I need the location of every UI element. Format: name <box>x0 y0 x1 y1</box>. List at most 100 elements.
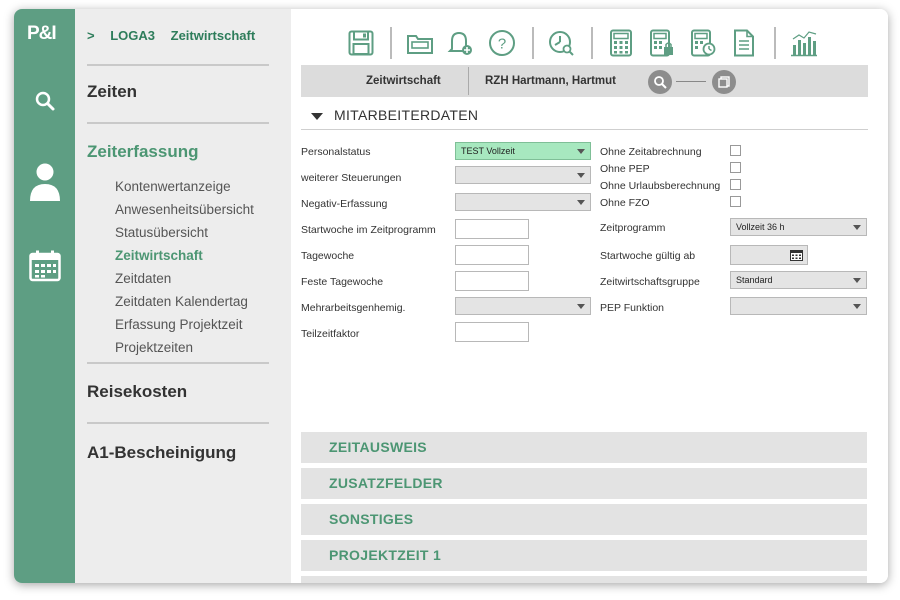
bell-add-icon[interactable] <box>445 27 475 59</box>
app-window: P&I > LOGA3 Zeitwirtschaft Zeiten Zeiter… <box>14 9 888 583</box>
zeitprogramm-label: Zeitprogramm <box>600 222 666 234</box>
zeitwirtschaftsgruppe-value: Standard <box>736 275 773 285</box>
nav-sub-kontenwertanzeige[interactable]: Kontenwertanzeige <box>115 179 231 194</box>
copy-button[interactable] <box>712 70 736 94</box>
teilzeitfaktor-input[interactable] <box>455 322 529 342</box>
accordion-next-partial[interactable] <box>301 576 867 583</box>
toolbar-separator <box>390 27 392 59</box>
svg-text:?: ? <box>498 36 506 53</box>
calculator-lock-icon[interactable] <box>647 27 677 59</box>
tagewoche-input[interactable] <box>455 245 529 265</box>
negativ-erfassung-label: Negativ-Erfassung <box>301 198 388 210</box>
main-content: ? Zeitwirtschaft RZH Hartmann, Hartmut M… <box>291 9 888 583</box>
calculator-icon[interactable] <box>606 27 636 59</box>
chevron-down-icon <box>853 225 861 230</box>
steuerungen-select[interactable] <box>455 166 591 184</box>
employee-search-button[interactable] <box>648 70 672 94</box>
ohne-fzo-checkbox[interactable] <box>730 196 741 207</box>
accordion-zeitausweis[interactable]: ZEITAUSWEIS <box>301 432 867 463</box>
nav-sub-zeitdaten-kalendertag[interactable]: Zeitdaten Kalendertag <box>115 294 248 309</box>
nav-item-reisekosten[interactable]: Reisekosten <box>87 382 187 402</box>
toolbar-separator <box>591 27 593 59</box>
accordion-zusatzfelder[interactable]: ZUSATZFELDER <box>301 468 867 499</box>
zeitwirtschaftsgruppe-select[interactable]: Standard <box>730 271 867 289</box>
user-icon[interactable] <box>28 161 62 203</box>
ohne-zeitabrechnung-checkbox[interactable] <box>730 145 741 156</box>
startwoche-gueltig-date[interactable] <box>730 245 808 265</box>
breadcrumb: > LOGA3 Zeitwirtschaft <box>87 28 267 43</box>
accordion-projektzeit-1[interactable]: PROJEKTZEIT 1 <box>301 540 867 571</box>
accordion-title: ZUSATZFELDER <box>329 475 443 491</box>
feste-tagewoche-input[interactable] <box>455 271 529 291</box>
nav-sub-anwesenheitsuebersicht[interactable]: Anwesenheitsübersicht <box>115 202 254 217</box>
feste-tagewoche-label: Feste Tagewoche <box>301 276 384 288</box>
ohne-fzo-label: Ohne FZO <box>600 197 650 209</box>
nav-sub-zeitwirtschaft[interactable]: Zeitwirtschaft <box>115 248 203 263</box>
ohne-pep-checkbox[interactable] <box>730 162 741 173</box>
nav-item-zeiterfassung[interactable]: Zeiterfassung <box>87 142 198 162</box>
zeitprogramm-value: Vollzeit 36 h <box>736 222 785 232</box>
personalstatus-value: TEST Vollzeit <box>461 146 515 156</box>
nav-sub-erfassung-projektzeit[interactable]: Erfassung Projektzeit <box>115 317 243 332</box>
save-icon[interactable] <box>346 27 376 59</box>
startwoche-gueltig-label: Startwoche gültig ab <box>600 250 696 262</box>
help-icon[interactable]: ? <box>487 27 517 59</box>
search-icon[interactable] <box>28 84 62 118</box>
context-connector-line <box>676 81 706 82</box>
breadcrumb-arrow-icon: > <box>87 28 95 43</box>
context-bar-separator <box>468 67 469 95</box>
nav-sub-zeitdaten[interactable]: Zeitdaten <box>115 271 171 286</box>
calculator-clock-icon[interactable] <box>688 27 718 59</box>
accordion-title: SONSTIGES <box>329 511 414 527</box>
section-title: MITARBEITERDATEN <box>334 107 479 123</box>
chevron-down-icon <box>577 173 585 178</box>
calendar-icon[interactable] <box>790 249 803 261</box>
section-mitarbeiterdaten[interactable]: MITARBEITERDATEN <box>301 105 868 130</box>
pep-funktion-label: PEP Funktion <box>600 302 665 314</box>
clock-search-icon[interactable] <box>547 27 577 59</box>
accordion-sonstiges[interactable]: SONSTIGES <box>301 504 867 535</box>
chart-icon[interactable] <box>789 27 819 59</box>
ohne-pep-label: Ohne PEP <box>600 163 650 175</box>
sidebar-divider <box>87 422 269 424</box>
mehrarbeit-select[interactable] <box>455 297 591 315</box>
nav-item-zeiten[interactable]: Zeiten <box>87 82 137 102</box>
chevron-down-icon <box>853 304 861 309</box>
folder-icon[interactable] <box>405 27 435 59</box>
toolbar-separator <box>774 27 776 59</box>
ohne-urlaubsberechnung-checkbox[interactable] <box>730 179 741 190</box>
pep-funktion-select[interactable] <box>730 297 867 315</box>
ohne-zeitabrechnung-label: Ohne Zeitabrechnung <box>600 146 702 158</box>
search-icon <box>654 76 667 89</box>
mehrarbeit-label: Mehrarbeitsgenhemig. <box>301 302 406 314</box>
context-bar: Zeitwirtschaft RZH Hartmann, Hartmut <box>301 65 868 97</box>
calendar-icon[interactable] <box>28 249 62 283</box>
toolbar-separator <box>532 27 534 59</box>
personalstatus-label: Personalstatus <box>301 146 371 158</box>
document-icon[interactable] <box>729 27 759 59</box>
accordion-title: ZEITAUSWEIS <box>329 439 427 455</box>
breadcrumb-item-zeitwirtschaft[interactable]: Zeitwirtschaft <box>171 28 256 43</box>
nav-sub-projektzeiten[interactable]: Projektzeiten <box>115 340 193 355</box>
tagewoche-label: Tagewoche <box>301 250 355 262</box>
app-logo: P&I <box>27 23 57 44</box>
ohne-urlaubsberechnung-label: Ohne Urlaubsberechnung <box>600 180 721 192</box>
chevron-down-icon <box>577 304 585 309</box>
zeitprogramm-select[interactable]: Vollzeit 36 h <box>730 218 867 236</box>
steuerungen-label: weiterer Steuerungen <box>301 172 402 184</box>
personalstatus-select[interactable]: TEST Vollzeit <box>455 142 591 160</box>
nav-item-a1-bescheinigung[interactable]: A1-Bescheinigung <box>87 443 236 463</box>
context-employee-name: RZH Hartmann, Hartmut <box>485 75 616 87</box>
icon-rail: P&I <box>14 9 75 583</box>
startwoche-input[interactable] <box>455 219 529 239</box>
nav-sub-statusuebersicht[interactable]: Statusübersicht <box>115 225 208 240</box>
context-module-label: Zeitwirtschaft <box>366 75 441 87</box>
startwoche-label: Startwoche im Zeitprogramm <box>301 224 436 236</box>
sidebar-divider <box>87 362 269 364</box>
breadcrumb-item-loga3[interactable]: LOGA3 <box>110 28 155 43</box>
negativ-erfassung-select[interactable] <box>455 193 591 211</box>
sidebar-nav: > LOGA3 Zeitwirtschaft Zeiten Zeiterfass… <box>75 9 291 583</box>
chevron-down-icon <box>853 278 861 283</box>
teilzeitfaktor-label: Teilzeitfaktor <box>301 328 360 340</box>
chevron-down-icon <box>577 200 585 205</box>
